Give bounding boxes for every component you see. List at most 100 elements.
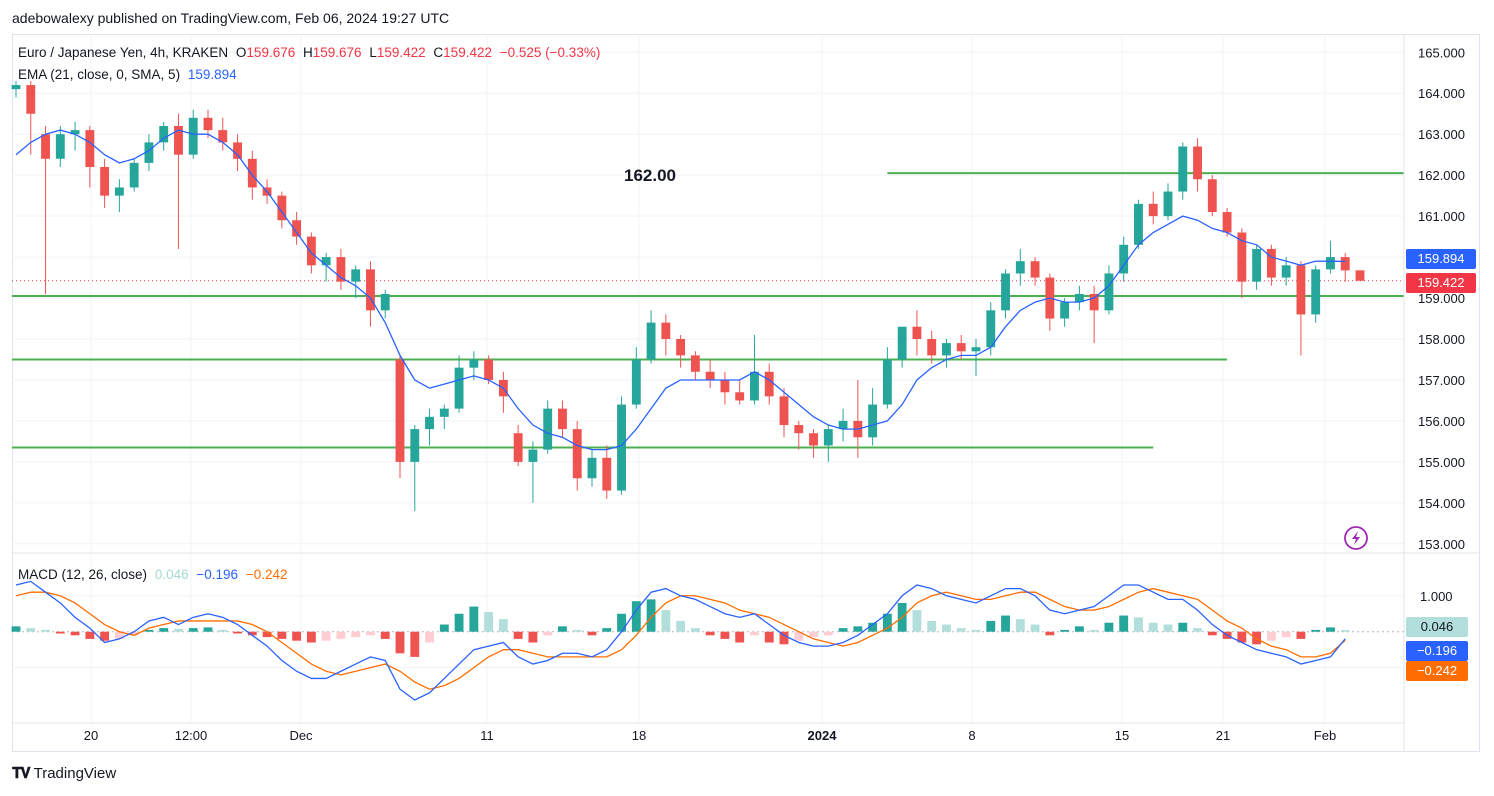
price-tick-label: 155.000 [1418,455,1465,470]
chart-canvas[interactable]: 165.000164.000163.000162.000161.000160.0… [0,0,1494,796]
candle-body [484,359,494,380]
price-tick-label: 158.000 [1418,332,1465,347]
macd-histogram-bar [454,613,464,632]
candle-body [1311,269,1321,315]
candle-body [1296,265,1306,315]
macd-histogram-bar [410,631,420,657]
macd-histogram-bar [425,631,434,643]
candle-body [528,449,538,462]
ema-label[interactable]: EMA (21, close, 0, SMA, 5) [18,67,180,82]
macd-line-legend-value: −0.196 [196,567,239,582]
candle-body [351,269,361,282]
macd-histogram-bar [956,628,966,632]
candle-body [617,404,626,491]
time-tick-label: 18 [632,728,646,743]
macd-histogram-bar [1163,624,1173,632]
time-tick-label: 12:00 [175,728,208,743]
candle-body [1089,293,1099,311]
macd-histogram-bar [1001,615,1010,632]
candle-body [779,396,789,426]
candle-body [26,85,36,114]
macd-line-tag: −0.196 [1406,640,1468,661]
high-value: 159.676 [312,45,362,60]
macd-histogram-bar [498,619,508,632]
candle-body [690,355,700,372]
time-tick-label: 2024 [808,728,838,743]
macd-histogram-bar [85,631,95,639]
macd-histogram-bar [1296,631,1306,639]
low-label: L [369,45,377,60]
macd-histogram-bar [986,620,996,632]
ema-price-tag: 159.894 [1406,249,1476,270]
candle-body [809,433,818,446]
price-tick-label: 162.000 [1418,168,1465,183]
candle-body [1163,191,1173,217]
candle-body [1252,248,1262,282]
macd-histogram-bar [602,628,612,632]
candle-body [794,425,804,434]
price-tick-label: 159.000 [1418,291,1465,306]
candle-body [646,322,656,360]
candle-body [380,293,390,311]
candle-body [1030,261,1040,278]
macd-histogram-bar [174,628,183,632]
candle-body [1193,146,1202,180]
macd-hist-tag: 0.046 [1406,617,1468,638]
candle-body [1104,273,1114,311]
macd-histogram-bar [823,631,833,636]
candle-body [764,371,774,397]
time-tick-label: 21 [1216,728,1230,743]
candle-body [114,187,124,196]
macd-histogram-bar [336,631,346,639]
tradingview-logo-icon: 𝐓𝐕 [12,765,31,782]
macd-histogram-bar [1266,631,1276,641]
candle-body [129,162,139,188]
macd-tick-label: 1.000 [1420,589,1453,604]
brand-name: TradingView [33,765,117,782]
open-value: 159.676 [246,45,296,60]
symbol-label[interactable]: Euro / Japanese Yen, 4h, KRAKEN [18,45,228,60]
macd-histogram-bar [41,629,50,632]
macd-histogram-bar [1340,630,1350,632]
macd-histogram-bar [1060,629,1070,632]
candle-body [469,359,479,368]
candle-body [55,134,65,159]
candle-body [750,371,759,401]
price-tick-label: 164.000 [1418,86,1465,101]
macd-histogram-bar [927,620,937,632]
lightning-icon[interactable] [1344,526,1368,550]
candle-body [986,310,996,348]
candle-body [513,433,523,462]
macd-signal-tag: −0.242 [1406,661,1468,682]
time-tick-label: 20 [84,728,98,743]
macd-pane [11,580,1404,701]
macd-histogram-bar [543,631,553,636]
price-tick-label: 156.000 [1418,414,1465,429]
candle-body [882,359,892,405]
macd-histogram-bar [306,631,316,643]
macd-histogram-bar [1311,629,1321,632]
macd-histogram-bar [720,631,730,639]
macd-histogram-bar [750,631,759,636]
macd-histogram-bar [705,631,715,636]
candle-body [159,126,169,143]
candle-body [897,326,907,360]
candle-body [247,158,257,188]
macd-histogram-bar [528,631,538,643]
ema-legend: EMA (21, close, 0, SMA, 5) 159.894 [18,67,241,82]
macd-histogram-bar [558,626,567,632]
macd-label[interactable]: MACD (12, 26, close) [18,567,147,582]
price-tick-label: 154.000 [1418,496,1465,511]
candle-body [41,134,50,159]
footer-brand[interactable]: 𝐓𝐕 TradingView [12,765,116,782]
candle-body [823,429,833,446]
ema-legend-value: 159.894 [187,67,237,82]
macd-histogram-bar [469,606,479,632]
candle-body [454,367,464,409]
candle-body [188,117,198,155]
macd-histogram-bar [1134,617,1143,632]
candle-body [1134,203,1143,245]
price-tick-label: 163.000 [1418,127,1465,142]
support-resistance-levels [12,172,1404,449]
candle-body [203,117,213,131]
